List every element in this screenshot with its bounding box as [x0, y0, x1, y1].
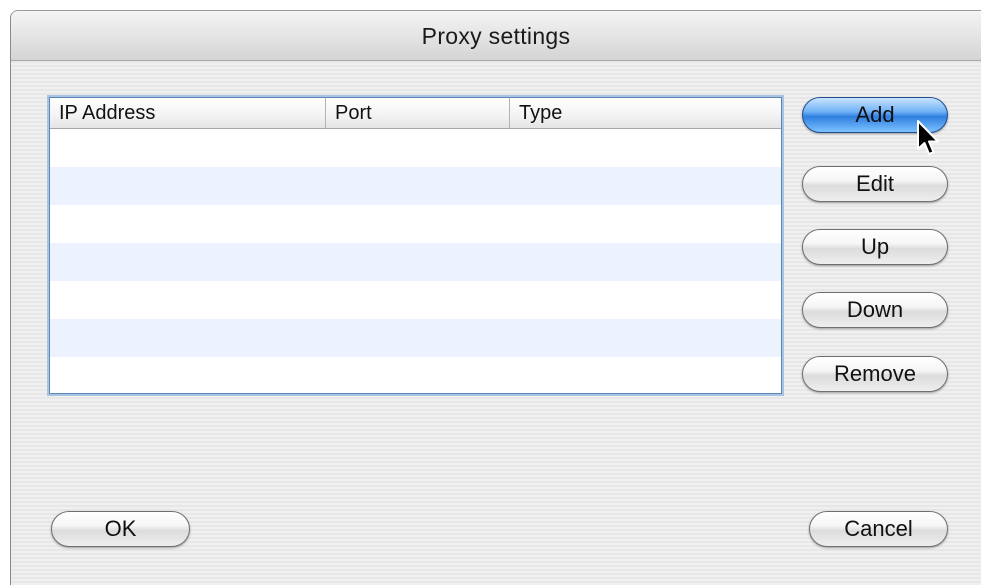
- ok-button[interactable]: OK: [51, 511, 190, 547]
- proxy-list[interactable]: IP Address Port Type: [49, 97, 782, 394]
- list-header: IP Address Port Type: [50, 98, 781, 129]
- down-button[interactable]: Down: [802, 292, 948, 328]
- column-header-port[interactable]: Port: [326, 98, 510, 128]
- window-title: Proxy settings: [421, 23, 571, 49]
- cancel-button[interactable]: Cancel: [809, 511, 948, 547]
- add-button[interactable]: Add: [802, 97, 948, 133]
- table-row[interactable]: [50, 205, 781, 243]
- remove-button[interactable]: Remove: [802, 356, 948, 392]
- proxy-settings-dialog: Proxy settings IP Address Port Type Add …: [10, 10, 981, 585]
- table-row[interactable]: [50, 167, 781, 205]
- up-button[interactable]: Up: [802, 229, 948, 265]
- table-row[interactable]: [50, 281, 781, 319]
- table-row[interactable]: [50, 357, 781, 393]
- title-bar[interactable]: Proxy settings: [11, 11, 981, 61]
- column-header-type[interactable]: Type: [510, 98, 781, 128]
- list-rows: [50, 129, 781, 393]
- edit-button[interactable]: Edit: [802, 166, 948, 202]
- column-header-ip-address[interactable]: IP Address: [50, 98, 326, 128]
- table-row[interactable]: [50, 129, 781, 167]
- table-row[interactable]: [50, 243, 781, 281]
- table-row[interactable]: [50, 319, 781, 357]
